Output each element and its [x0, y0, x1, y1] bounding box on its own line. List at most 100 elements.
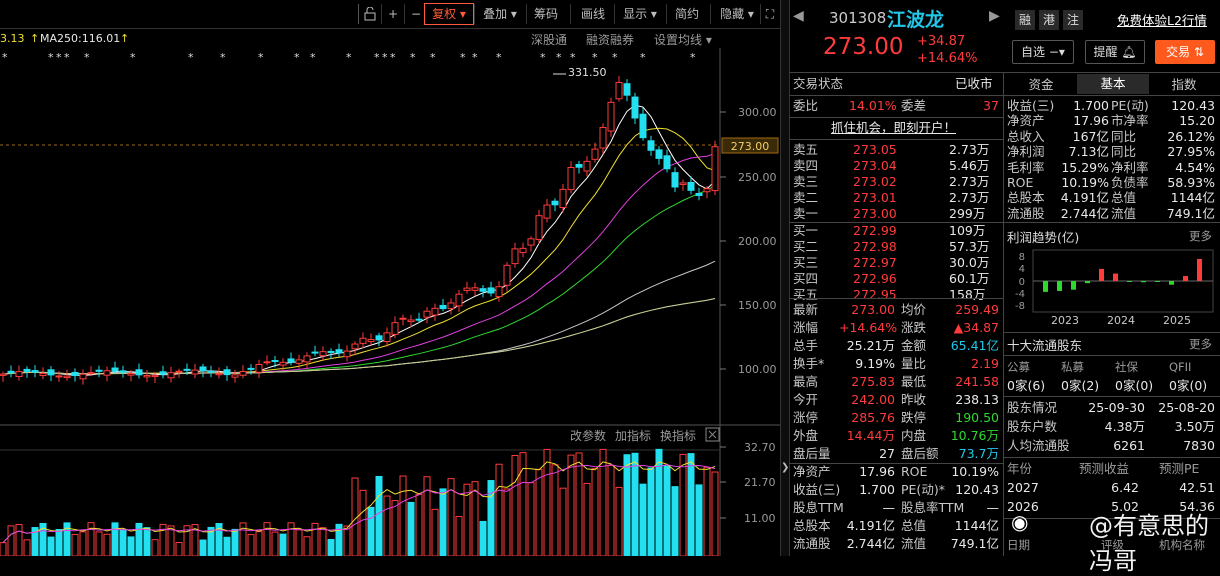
volume-bar — [111, 522, 119, 556]
volume-bar — [247, 534, 255, 556]
fund-label: 流通股 — [1007, 205, 1045, 221]
tab-fund-flow[interactable]: 资金 — [1005, 75, 1077, 95]
candle-body — [471, 287, 479, 291]
open-account-ad[interactable]: 抓住机会，即刻开户！ — [831, 119, 956, 137]
candle-body — [255, 363, 263, 373]
fund-label: 净利润 — [1007, 144, 1045, 160]
volume-bar — [663, 465, 671, 556]
candle-body — [623, 83, 631, 96]
orderbook-sell-volume: 299万 — [949, 206, 986, 221]
candle-body — [39, 372, 47, 377]
fund-label: 总值 — [1111, 190, 1137, 206]
tag-gang[interactable]: 港 — [1039, 10, 1059, 30]
orderbook-buy-volume: 60.1万 — [949, 271, 990, 286]
orderbook-buy-volume: 30.0万 — [949, 255, 990, 270]
volume-bar — [399, 475, 407, 556]
holders-more[interactable]: 更多 — [1189, 336, 1212, 352]
fund-label: 总股本 — [1007, 190, 1045, 206]
tab-index[interactable]: 指数 — [1149, 75, 1219, 95]
fullscreen-icon[interactable]: ⛶ — [760, 4, 779, 24]
holders-title: 十大流通股东 — [1007, 338, 1083, 353]
profit-trend-more[interactable]: 更多 — [1189, 228, 1212, 244]
profit-bar — [1113, 273, 1118, 281]
fund-value: 4.191亿 — [1060, 190, 1109, 206]
next-stock-icon[interactable]: ▶ — [989, 8, 1000, 24]
volume-bar — [127, 536, 135, 556]
volume-bar — [647, 467, 655, 556]
volume-bar — [95, 531, 103, 556]
holders-header: QFII — [1169, 360, 1192, 374]
link-add-indicator[interactable]: 加指标 — [615, 428, 651, 443]
toolbar-jianyue[interactable]: 简约 — [666, 4, 707, 24]
volume-bar — [279, 533, 287, 556]
profit-bar — [1183, 276, 1188, 281]
holders-header: 私募 — [1061, 360, 1084, 374]
promo-link[interactable]: 免费体验L2行情 — [1117, 10, 1207, 29]
fund-value: 120.43 — [1171, 98, 1215, 113]
candle-body — [639, 113, 647, 139]
candle-body — [15, 371, 23, 377]
trade-button[interactable]: 交易 ⇅ — [1155, 40, 1215, 64]
lock-icon[interactable] — [358, 4, 381, 24]
volume-bar — [527, 482, 535, 556]
signal-star: * — [496, 51, 502, 64]
candle-body — [703, 188, 711, 193]
quote-value: 2.744亿 — [846, 536, 895, 551]
remind-button[interactable]: 提醒 🔔︎ — [1085, 40, 1145, 64]
toolbar-chouma[interactable]: 筹码 — [526, 4, 565, 24]
signal-star: * — [130, 51, 136, 64]
candle-body — [551, 200, 559, 206]
candle-body — [511, 248, 519, 265]
candle-body — [479, 288, 487, 292]
quote-label: 内盘 — [901, 428, 927, 443]
tag-rong[interactable]: 融 — [1015, 10, 1035, 30]
orderbook-sell-label: 卖三 — [793, 174, 819, 189]
toolbar-fuquan[interactable]: 复权 ▾ — [424, 3, 474, 25]
candle-body — [327, 350, 335, 353]
tab-basic[interactable]: 基本 — [1077, 74, 1149, 94]
volume-bar — [135, 522, 143, 556]
orderbook-sell-price: 273.01 — [853, 190, 897, 205]
candle-body — [383, 332, 391, 343]
holders-count: 0家(0) — [1115, 378, 1154, 393]
volume-bar — [79, 531, 87, 556]
plus-icon[interactable]: + — [381, 4, 404, 24]
profit-year-label: 2024 — [1107, 314, 1135, 327]
candle-body — [103, 370, 111, 376]
prev-stock-icon[interactable]: ◀ — [793, 8, 804, 24]
volume-bar — [599, 448, 607, 556]
forecast-pe: 42.51 — [1179, 480, 1215, 495]
volume-bar — [15, 523, 23, 556]
fund-value: 15.20 — [1179, 113, 1215, 129]
toolbar-huaxian[interactable]: 画线 — [570, 4, 615, 24]
toolbar-xianshi[interactable]: 显示 ▾ — [614, 4, 665, 24]
toolbar-yincang[interactable]: 隐藏 ▾ — [710, 4, 763, 24]
quote-value: 285.76 — [851, 410, 895, 425]
orderbook-buy-volume: 109万 — [949, 223, 986, 238]
profit-bar — [1057, 281, 1062, 291]
kline-chart[interactable]: 300.00250.00200.00150.00100.00 273.00 * *… — [0, 28, 780, 556]
volume-bar — [431, 508, 439, 556]
volume-bar — [271, 531, 279, 556]
quote-value: 65.41亿 — [950, 338, 999, 353]
holders-row-value: 6261 — [1113, 438, 1145, 453]
volume-bar — [671, 486, 679, 556]
candle-body — [135, 369, 143, 376]
profit-year-label: 2025 — [1163, 314, 1191, 327]
candle-body — [335, 349, 343, 354]
quote-value: 10.19% — [951, 464, 999, 479]
toolbar-diejia[interactable]: 叠加 ▾ — [474, 4, 525, 24]
candle-body — [607, 101, 615, 132]
tag-zhu[interactable]: 注 — [1063, 10, 1083, 30]
link-change-param[interactable]: 改参数 — [570, 428, 606, 443]
link-switch-indicator[interactable]: 换指标 — [660, 428, 696, 443]
quote-label: 均价 — [901, 302, 927, 317]
candle-body — [487, 287, 495, 294]
signal-star: * — [410, 51, 416, 64]
volume-bar — [423, 476, 431, 556]
self-select-button[interactable]: 自选 −▾ — [1012, 40, 1074, 64]
candle-body — [231, 374, 239, 378]
volume-bar — [199, 539, 207, 556]
candle-body — [423, 310, 431, 318]
current-price: 273.00 — [823, 34, 904, 60]
